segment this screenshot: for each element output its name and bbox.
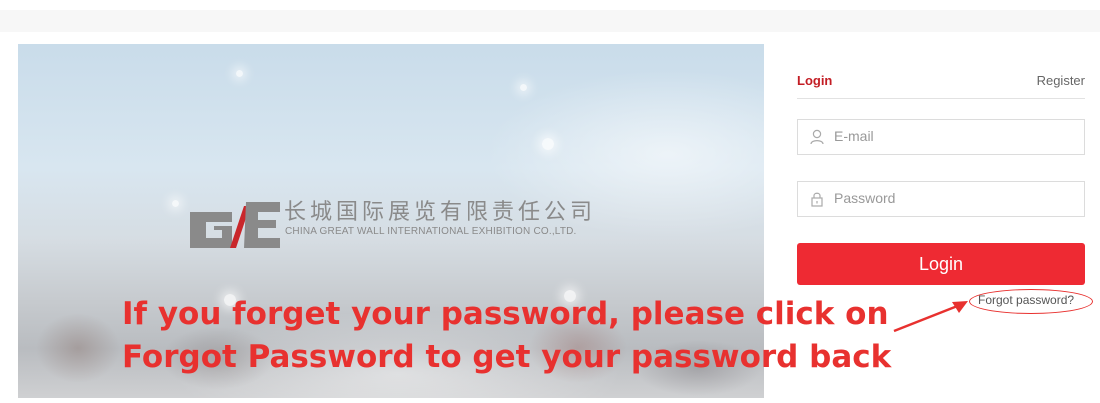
top-bar <box>0 10 1100 32</box>
annotation-text: If you forget your password, please clic… <box>122 293 891 379</box>
email-input[interactable] <box>834 126 1074 146</box>
company-name-en: CHINA GREAT WALL INTERNATIONAL EXHIBITIO… <box>285 226 577 237</box>
login-button[interactable]: Login <box>797 243 1085 285</box>
password-input[interactable] <box>834 188 1074 208</box>
forgot-password-link[interactable]: Forgot password? <box>978 293 1074 307</box>
company-logo: 长城国际展览有限责任公司 CHINA GREAT WALL INTERNATIO… <box>188 192 628 252</box>
lock-icon <box>811 192 823 207</box>
banner-light-dot <box>520 84 527 91</box>
login-panel: Login Register Login <box>797 60 1085 285</box>
banner-light-dot <box>236 70 243 77</box>
login-tabs: Login Register <box>797 60 1085 99</box>
tab-register[interactable]: Register <box>1037 73 1085 88</box>
email-field[interactable] <box>797 119 1085 155</box>
tab-login[interactable]: Login <box>797 73 832 88</box>
annotation-arrow-icon <box>893 301 968 333</box>
annotation-line-1: If you forget your password, please clic… <box>122 296 889 332</box>
gie-logo-mark <box>190 202 280 248</box>
user-icon <box>810 129 824 145</box>
annotation-line-2: Forgot Password to get your password bac… <box>122 339 892 375</box>
banner-light-dot <box>542 138 554 150</box>
password-field[interactable] <box>797 181 1085 217</box>
company-name-cn: 长城国际展览有限责任公司 <box>284 200 597 225</box>
banner-light-dot <box>172 200 179 207</box>
